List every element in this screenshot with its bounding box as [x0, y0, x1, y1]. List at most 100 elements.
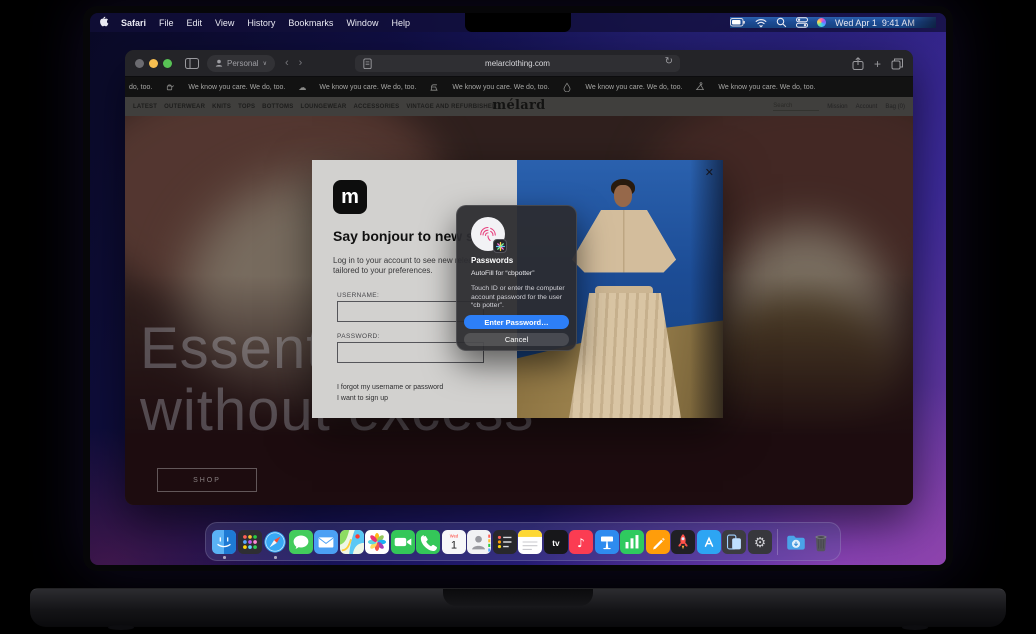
svg-text:tv: tv — [552, 538, 560, 548]
menu-item-history[interactable]: History — [247, 18, 275, 28]
dock-icon-photos[interactable] — [365, 530, 389, 554]
nav-latest[interactable]: LATEST — [133, 104, 157, 110]
menu-clock[interactable]: Wed Apr 1 9:41 AM — [835, 18, 915, 28]
profile-switcher[interactable]: Personal ∨ — [207, 55, 275, 72]
address-bar[interactable]: melarclothing.com ↻ — [355, 55, 680, 72]
forgot-password-link[interactable]: I forgot my username or password — [337, 384, 443, 391]
profile-name: Personal — [227, 59, 259, 68]
control-center-icon[interactable] — [796, 17, 808, 28]
site-logo[interactable]: mélard — [492, 98, 545, 113]
site-link-account[interactable]: Account — [856, 104, 878, 110]
site-search-field[interactable]: Search — [773, 103, 819, 111]
minimize-window-button[interactable] — [149, 59, 158, 68]
dock-icon-app-store[interactable] — [697, 530, 721, 554]
passwords-dialog: Passwords AutoFill for “cbpotter” Touch … — [456, 205, 577, 351]
dock-icon-calendar[interactable]: Wed1 — [442, 530, 466, 554]
dock-icon-phone[interactable] — [416, 530, 440, 554]
macbook-base — [30, 588, 1006, 627]
wifi-icon[interactable] — [755, 18, 767, 28]
back-button[interactable]: ‹ — [285, 57, 289, 69]
site-link-bag[interactable]: Bag (0) — [885, 104, 905, 110]
sidebar-toggle-icon[interactable] — [185, 58, 199, 69]
dock-icon-music[interactable]: ♪ — [569, 530, 593, 554]
dock-icon-notes[interactable] — [518, 530, 542, 554]
hero-section: Essentials without excess SHOP m Say bon… — [125, 116, 913, 505]
nav-outerwear[interactable]: OUTERWEAR — [164, 104, 205, 110]
apple-icon — [100, 16, 109, 27]
close-icon[interactable]: ✕ — [705, 166, 714, 179]
safari-toolbar: Personal ∨ ‹ › melarclothing.com ↻ + — [125, 50, 913, 77]
passwords-app-icon — [493, 239, 507, 253]
menu-item-file[interactable]: File — [159, 18, 174, 28]
menu-item-help[interactable]: Help — [391, 18, 410, 28]
dock-icon-safari[interactable] — [263, 530, 287, 554]
svg-text:Wed: Wed — [449, 533, 458, 538]
close-window-button[interactable] — [135, 59, 144, 68]
watering-can-icon — [165, 82, 175, 92]
siri-icon[interactable] — [817, 18, 826, 27]
svg-text:⚙: ⚙ — [753, 535, 765, 551]
dock-icon-rocket[interactable] — [671, 530, 695, 554]
search-icon[interactable] — [776, 17, 787, 28]
dock-icon-maps[interactable] — [340, 530, 364, 554]
dialog-title: Passwords — [471, 256, 513, 265]
nav-tops[interactable]: TOPS — [238, 104, 255, 110]
dock-icon-system-settings[interactable]: ⚙ — [748, 530, 772, 554]
rubber-foot — [108, 625, 134, 630]
dialog-body-text: Touch ID or enter the computer account p… — [471, 285, 567, 311]
dock-icon-tv[interactable]: tv — [544, 530, 568, 554]
dock-icon-iphone-mirroring[interactable] — [722, 530, 746, 554]
banner-text: We know you care. We do, too. — [718, 84, 815, 91]
cancel-button[interactable]: Cancel — [464, 333, 569, 346]
page-menu-icon[interactable] — [362, 58, 373, 70]
nav-vintage[interactable]: VINTAGE AND REFURBISHED — [406, 104, 496, 110]
forward-button[interactable]: › — [299, 57, 303, 69]
url-text: melarclothing.com — [485, 59, 550, 68]
menu-time: 9:41 AM — [882, 18, 915, 28]
safari-window: Personal ∨ ‹ › melarclothing.com ↻ + do,… — [125, 50, 913, 505]
dock-icon-reminders[interactable] — [493, 530, 517, 554]
menu-item-window[interactable]: Window — [346, 18, 378, 28]
dock-icon-finder[interactable] — [212, 530, 236, 554]
site-header: LATEST OUTERWEAR KNITS TOPS BOTTOMS LOUN… — [125, 97, 913, 116]
menu-item-edit[interactable]: Edit — [187, 18, 203, 28]
signup-link[interactable]: I want to sign up — [337, 395, 388, 402]
new-tab-icon[interactable]: + — [874, 59, 881, 69]
reload-icon[interactable]: ↻ — [665, 56, 673, 67]
menu-item-view[interactable]: View — [215, 18, 234, 28]
share-icon[interactable] — [852, 57, 864, 70]
dock-icon-launchpad[interactable] — [238, 530, 262, 554]
menu-date: Wed Apr 1 — [835, 18, 877, 28]
banner-text: do, too. — [129, 84, 152, 91]
zoom-window-button[interactable] — [163, 59, 172, 68]
menu-item-bookmarks[interactable]: Bookmarks — [288, 18, 333, 28]
tab-overview-icon[interactable] — [891, 58, 903, 70]
dock-icon-contacts[interactable] — [467, 530, 491, 554]
svg-text:♪: ♪ — [577, 536, 585, 550]
nav-knits[interactable]: KNITS — [212, 104, 231, 110]
battery-icon[interactable] — [730, 17, 746, 28]
dock-icon-numbers[interactable] — [620, 530, 644, 554]
dock-icon-downloads[interactable] — [784, 530, 808, 554]
display-notch — [465, 13, 571, 32]
nav-loungewear[interactable]: LOUNGEWEAR — [300, 104, 346, 110]
dock-icon-trash[interactable] — [809, 530, 833, 554]
apple-menu[interactable] — [100, 16, 109, 29]
rubber-foot — [902, 625, 928, 630]
dock-icon-facetime[interactable] — [391, 530, 415, 554]
dock-separator — [777, 529, 778, 555]
nav-bottoms[interactable]: BOTTOMS — [262, 104, 293, 110]
nav-accessories[interactable]: ACCESSORIES — [353, 104, 399, 110]
site-link-mission[interactable]: Mission — [827, 104, 847, 110]
dock-icon-mail[interactable] — [314, 530, 338, 554]
dock-icon-keynote[interactable] — [595, 530, 619, 554]
brand-logo-mark: m — [333, 180, 367, 214]
site-banner: do, too. We know you care. We do, too. ☁… — [125, 77, 913, 97]
dock: Wed1 tv ♪ ⚙ — [205, 522, 841, 561]
dock-icon-pages[interactable] — [646, 530, 670, 554]
enter-password-button[interactable]: Enter Password… — [464, 315, 569, 329]
menu-item-safari[interactable]: Safari — [121, 18, 146, 28]
dock-icon-messages[interactable] — [289, 530, 313, 554]
banner-text: We know you care. We do, too. — [452, 84, 549, 91]
shop-button[interactable]: SHOP — [157, 468, 257, 492]
